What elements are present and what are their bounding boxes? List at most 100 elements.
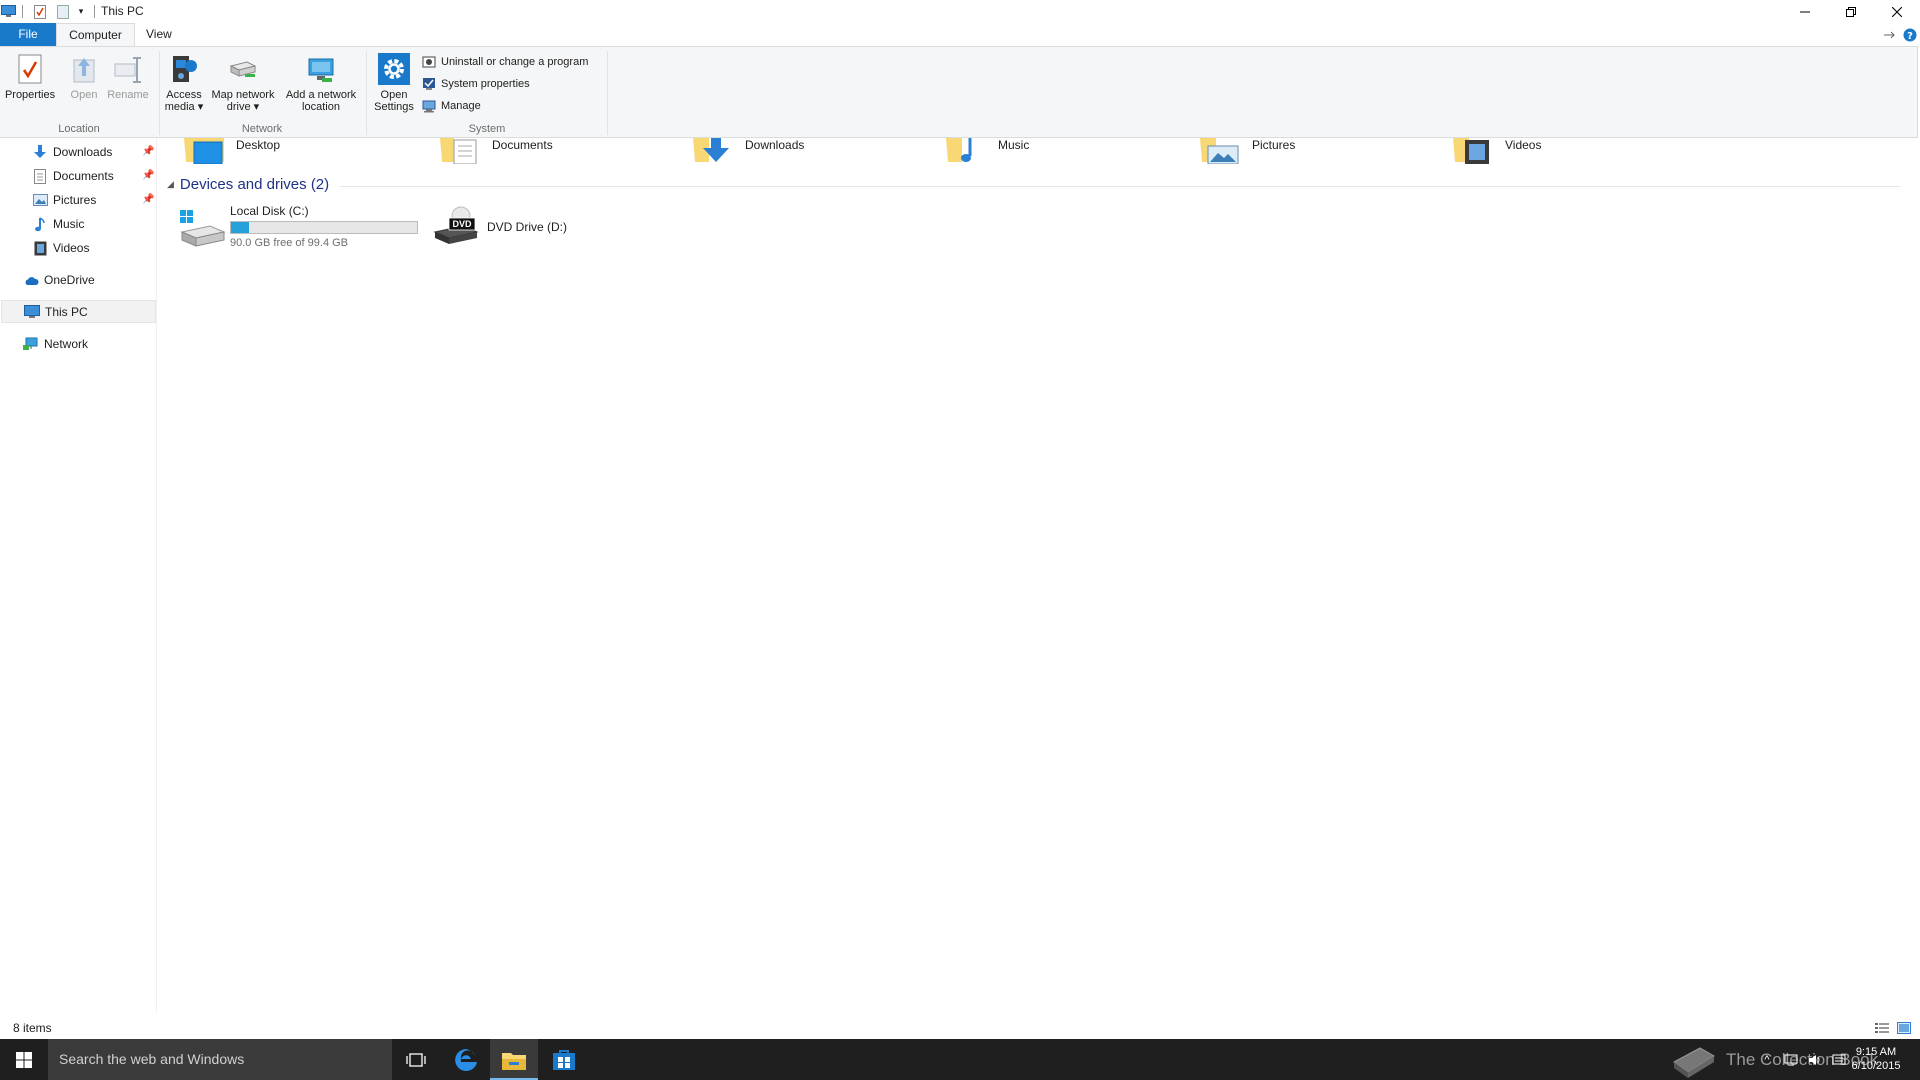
rename-button[interactable]: Rename xyxy=(104,53,152,101)
windows-logo-icon xyxy=(16,1051,32,1068)
folder-downloads[interactable]: Downloads xyxy=(693,138,804,170)
minimize-button[interactable] xyxy=(1782,0,1828,23)
folder-videos[interactable]: Videos xyxy=(1453,138,1541,170)
add-network-location-button[interactable]: Add a network location xyxy=(281,53,361,113)
nav-item-pictures[interactable]: Pictures xyxy=(32,190,96,210)
drive-usage-bar xyxy=(230,221,418,234)
devices-section-header[interactable]: ◢ Devices and drives (2) xyxy=(167,176,329,193)
title-bar: ▾ This PC xyxy=(0,0,1920,23)
help-icon[interactable]: ? xyxy=(1902,27,1917,42)
nav-item-documents[interactable]: Documents xyxy=(32,166,114,186)
start-button[interactable] xyxy=(0,1039,48,1080)
properties-icon xyxy=(14,53,46,85)
edge-icon xyxy=(455,1048,477,1071)
collapse-triangle-icon: ◢ xyxy=(167,179,174,189)
network-icon xyxy=(23,336,39,352)
downloads-icon xyxy=(32,144,48,160)
svg-text:DVD: DVD xyxy=(452,219,472,229)
new-folder-quick-icon[interactable] xyxy=(55,3,71,20)
folder-desktop[interactable]: Desktop xyxy=(184,138,280,170)
details-view-button[interactable] xyxy=(1874,1021,1890,1035)
folder-documents[interactable]: Documents xyxy=(440,138,553,170)
nav-item-music[interactable]: Music xyxy=(32,214,84,234)
documents-folder-icon xyxy=(440,138,480,170)
add-network-location-icon xyxy=(305,53,337,85)
folder-pictures[interactable]: Pictures xyxy=(1200,138,1295,170)
navigation-pane: Downloads 📌 Documents 📌 Pictures 📌 Music xyxy=(0,138,157,1013)
svg-text:?: ? xyxy=(1907,31,1913,42)
documents-icon xyxy=(32,168,48,184)
nav-item-network[interactable]: Network xyxy=(23,334,88,354)
music-folder-icon xyxy=(946,138,986,170)
window-title: This PC xyxy=(101,4,144,18)
ribbon-computer: Properties Open Rename Location Access m… xyxy=(0,46,1918,138)
taskbar-search-box[interactable]: Search the web and Windows xyxy=(48,1039,392,1080)
system-properties-icon xyxy=(421,76,437,92)
pin-icon[interactable]: 📌 xyxy=(142,194,154,205)
drive-dvd-d[interactable]: DVD DVD Drive (D:) xyxy=(433,204,567,250)
open-icon xyxy=(68,53,100,85)
taskbar: Search the web and Windows The Collectio… xyxy=(0,1039,1920,1080)
properties-button[interactable]: Properties xyxy=(5,53,55,101)
group-separator xyxy=(607,51,608,135)
taskbar-store[interactable] xyxy=(540,1039,588,1080)
this-pc-icon[interactable] xyxy=(0,3,16,20)
close-button[interactable] xyxy=(1874,0,1920,23)
cloud-icon xyxy=(23,272,39,288)
minimize-ribbon-icon[interactable] xyxy=(1881,27,1896,42)
tab-view[interactable]: View xyxy=(146,23,172,46)
nav-item-videos[interactable]: Videos xyxy=(32,238,89,258)
tab-file[interactable]: File xyxy=(0,23,56,46)
restore-button[interactable] xyxy=(1828,0,1874,23)
section-divider xyxy=(340,186,1900,187)
file-explorer-window: ▾ This PC File Computer View ? Propertie… xyxy=(0,0,1920,1039)
taskbar-edge[interactable] xyxy=(442,1039,490,1080)
separator xyxy=(22,5,23,18)
open-button[interactable]: Open xyxy=(62,53,106,101)
music-icon xyxy=(32,216,48,232)
ribbon-tabs: File Computer View ? xyxy=(0,23,1920,46)
folder-music[interactable]: Music xyxy=(946,138,1029,170)
open-settings-button[interactable]: Open Settings xyxy=(372,53,416,113)
access-media-button[interactable]: Access media ▾ xyxy=(162,53,206,113)
system-properties-button[interactable]: System properties xyxy=(421,75,530,93)
desktop-folder-icon xyxy=(184,138,224,170)
group-label-location: Location xyxy=(58,123,100,135)
nav-item-this-pc[interactable]: This PC xyxy=(1,300,156,323)
computer-icon xyxy=(24,304,40,320)
uninstall-icon xyxy=(421,54,437,70)
manage-icon xyxy=(421,98,437,114)
pin-icon[interactable]: 📌 xyxy=(142,146,154,157)
network-status-icon[interactable] xyxy=(1779,1039,1803,1080)
volume-icon[interactable] xyxy=(1803,1039,1827,1080)
nav-item-onedrive[interactable]: OneDrive xyxy=(23,270,95,290)
item-count: 8 items xyxy=(13,1021,52,1035)
folder-icon xyxy=(502,1052,526,1070)
manage-button[interactable]: Manage xyxy=(421,97,481,115)
tab-computer[interactable]: Computer xyxy=(56,23,135,46)
clock[interactable]: 9:15 AM 6/10/2015 xyxy=(1842,1045,1910,1073)
chevron-down-icon[interactable]: ▾ xyxy=(75,3,87,20)
properties-quick-icon[interactable] xyxy=(32,3,48,20)
taskbar-file-explorer[interactable] xyxy=(490,1039,538,1080)
drive-local-disk-c[interactable]: Local Disk (C:) 90.0 GB free of 99.4 GB xyxy=(180,204,418,250)
task-view-button[interactable] xyxy=(392,1039,440,1080)
hard-drive-icon xyxy=(180,208,226,248)
separator xyxy=(94,5,95,18)
map-network-drive-button[interactable]: Map network drive ▾ xyxy=(207,53,279,113)
large-icons-view-button[interactable] xyxy=(1896,1021,1912,1035)
uninstall-program-button[interactable]: Uninstall or change a program xyxy=(421,53,588,71)
videos-icon xyxy=(32,240,48,256)
nav-item-downloads[interactable]: Downloads xyxy=(32,142,112,162)
drive-usage-fill xyxy=(231,222,249,233)
pin-icon[interactable]: 📌 xyxy=(142,170,154,181)
map-network-drive-icon xyxy=(227,53,259,85)
content-pane: Desktop Documents Downloads Music Pictur… xyxy=(160,138,1920,1013)
gear-icon xyxy=(378,53,410,85)
pictures-icon xyxy=(32,192,48,208)
group-separator xyxy=(366,51,367,135)
status-bar: 8 items xyxy=(0,1013,1920,1039)
group-label-network: Network xyxy=(241,123,283,135)
pictures-folder-icon xyxy=(1200,138,1240,170)
chevron-up-icon[interactable]: ^ xyxy=(1755,1039,1779,1080)
